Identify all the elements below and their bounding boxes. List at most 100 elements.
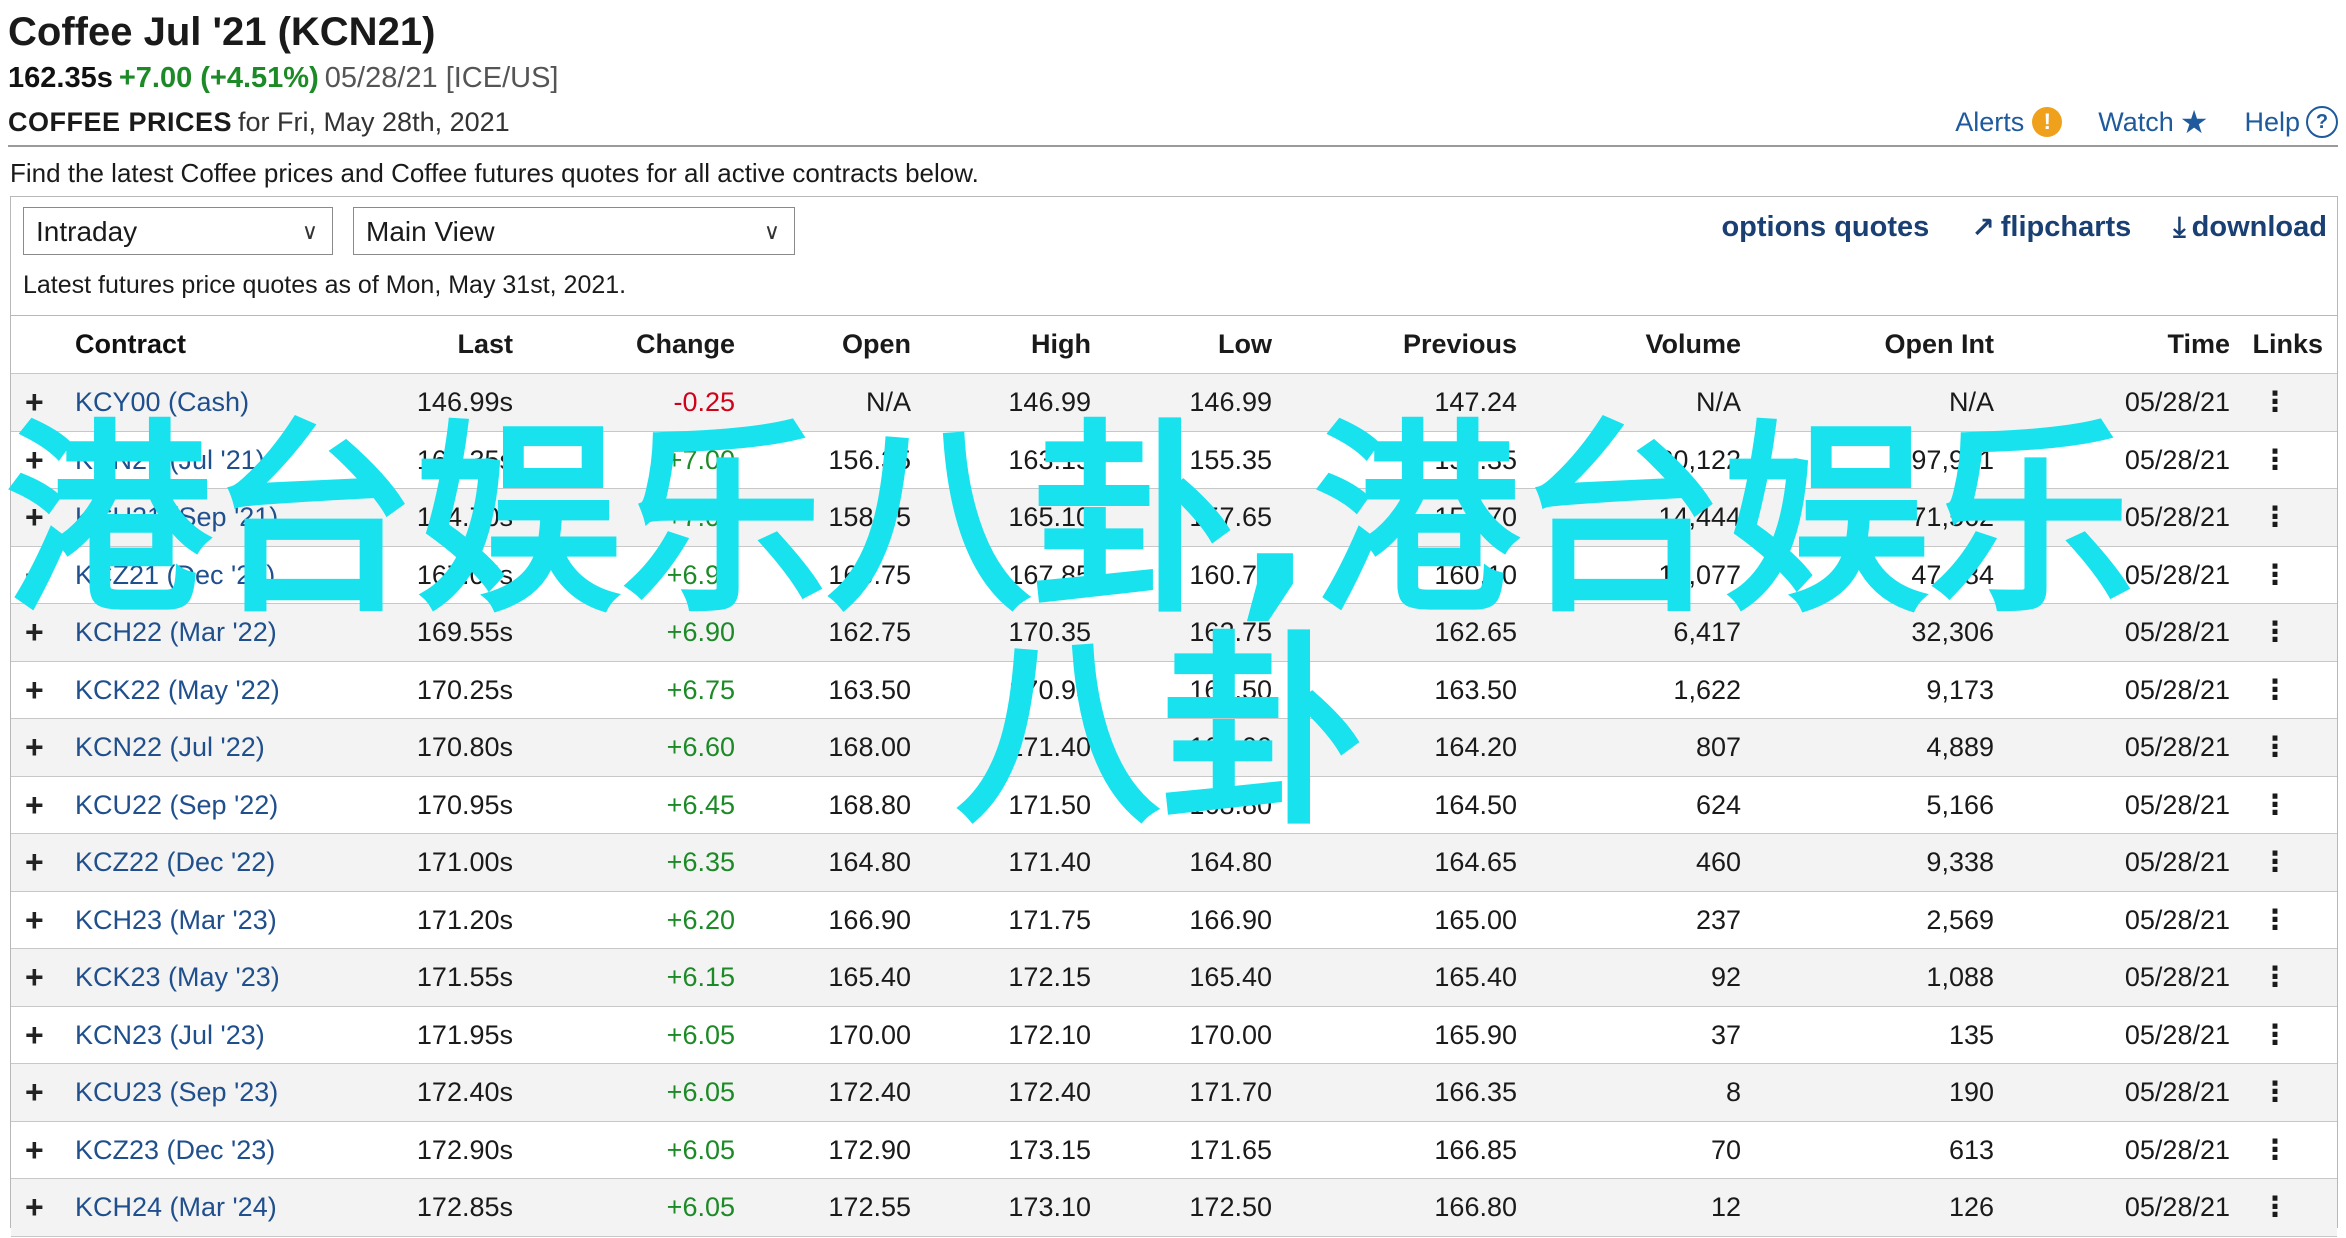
last-price: 162.35s xyxy=(8,62,113,94)
cell-low: 170.00 xyxy=(1189,1019,1272,1050)
flipcharts-link[interactable]: ↗ flipcharts xyxy=(1971,211,2131,244)
more-options-icon[interactable]: ⋮ xyxy=(2261,604,2289,660)
more-options-icon[interactable]: ⋮ xyxy=(2261,432,2289,488)
more-options-icon[interactable]: ⋮ xyxy=(2261,1122,2289,1178)
header-contract[interactable]: Contract xyxy=(75,316,186,372)
expand-plus-icon[interactable]: + xyxy=(25,949,44,1005)
expand-plus-icon[interactable]: + xyxy=(25,604,44,660)
cell-time: 05/28/21 xyxy=(2124,559,2230,590)
expand-plus-icon[interactable]: + xyxy=(25,374,44,430)
cell-open: 172.90 xyxy=(828,1134,911,1165)
cell-open-int: 190 xyxy=(1948,1077,1994,1107)
more-options-icon[interactable]: ⋮ xyxy=(2261,892,2289,948)
contract-link[interactable]: KCZ21 (Dec '21) xyxy=(75,547,275,603)
cell-low: 162.75 xyxy=(1189,617,1272,647)
header-divider xyxy=(8,145,2338,147)
more-options-icon[interactable]: ⋮ xyxy=(2261,1179,2289,1235)
cell-volume: 460 xyxy=(1695,847,1741,877)
cell-volume: N/A xyxy=(1695,387,1741,417)
expand-plus-icon[interactable]: + xyxy=(25,1007,44,1063)
header-time[interactable]: Time xyxy=(2167,316,2230,372)
cell-time: 05/28/21 xyxy=(2124,1077,2230,1107)
expand-plus-icon[interactable]: + xyxy=(25,547,44,603)
cell-open-int: 32,306 xyxy=(1911,617,1994,647)
cell-volume: 1,622 xyxy=(1673,674,1741,705)
alerts-link[interactable]: Alerts! xyxy=(1955,107,2063,138)
cell-change: +6.15 xyxy=(666,962,735,992)
futures-panel: Intraday ∨ Main View ∨ options quotes ↗ f… xyxy=(10,196,2338,1237)
more-options-icon[interactable]: ⋮ xyxy=(2261,374,2289,430)
expand-plus-icon[interactable]: + xyxy=(25,432,44,488)
expand-plus-icon[interactable]: + xyxy=(25,1179,44,1235)
header-previous[interactable]: Previous xyxy=(1403,316,1517,372)
cell-previous: 147.24 xyxy=(1434,387,1517,417)
expand-plus-icon[interactable]: + xyxy=(25,834,44,890)
cell-open-int: 126 xyxy=(1948,1192,1994,1222)
expand-plus-icon[interactable]: + xyxy=(25,777,44,833)
contract-link[interactable]: KCU23 (Sep '23) xyxy=(75,1064,278,1120)
contract-link[interactable]: KCN21 (Jul '21) xyxy=(75,432,265,488)
options-quotes-link[interactable]: options quotes xyxy=(1721,211,1929,244)
contract-link[interactable]: KCZ23 (Dec '23) xyxy=(75,1122,275,1178)
expand-plus-icon[interactable]: + xyxy=(25,892,44,948)
contract-link[interactable]: KCY00 (Cash) xyxy=(75,374,249,430)
download-link[interactable]: ⤓ download xyxy=(2173,211,2327,244)
expand-plus-icon[interactable]: + xyxy=(25,489,44,545)
view-select[interactable]: Main View ∨ xyxy=(353,207,795,255)
header-open[interactable]: Open xyxy=(842,316,911,372)
more-options-icon[interactable]: ⋮ xyxy=(2261,1064,2289,1120)
prices-heading: COFFEE PRICES for Fri, May 28th, 2021 xyxy=(8,107,510,138)
price-change: +7.00 (+4.51%) xyxy=(118,62,319,94)
cell-time: 05/28/21 xyxy=(2124,847,2230,877)
cell-volume: 807 xyxy=(1695,732,1741,762)
cell-open: 160.75 xyxy=(828,559,911,590)
cell-low: 157.65 xyxy=(1189,502,1272,532)
header-volume[interactable]: Volume xyxy=(1645,316,1741,372)
more-options-icon[interactable]: ⋮ xyxy=(2261,1007,2289,1063)
expand-plus-icon[interactable]: + xyxy=(25,1064,44,1120)
cell-previous: 155.35 xyxy=(1434,444,1517,475)
contract-link[interactable]: KCZ22 (Dec '22) xyxy=(75,834,275,890)
contract-link[interactable]: KCN22 (Jul '22) xyxy=(75,719,265,775)
help-link[interactable]: Help? xyxy=(2244,106,2338,138)
contract-link[interactable]: KCH22 (Mar '22) xyxy=(75,604,277,660)
cell-time: 05/28/21 xyxy=(2124,502,2230,532)
header-high[interactable]: High xyxy=(1031,316,1091,372)
cell-last: 172.85s xyxy=(416,1192,513,1222)
more-options-icon[interactable]: ⋮ xyxy=(2261,662,2289,718)
interval-select[interactable]: Intraday ∨ xyxy=(23,207,333,255)
table-row: + KCN22 (Jul '22) 170.80s +6.60 168.00 171.40… xyxy=(11,719,2337,777)
contract-link[interactable]: KCU21 (Sep '21) xyxy=(75,489,278,545)
cell-low: 165.40 xyxy=(1189,962,1272,992)
cell-last: 167.05s xyxy=(416,559,513,590)
more-options-icon[interactable]: ⋮ xyxy=(2261,489,2289,545)
more-options-icon[interactable]: ⋮ xyxy=(2261,719,2289,775)
cell-previous: 166.85 xyxy=(1434,1134,1517,1165)
more-options-icon[interactable]: ⋮ xyxy=(2261,834,2289,890)
contract-link[interactable]: KCH24 (Mar '24) xyxy=(75,1179,277,1235)
more-options-icon[interactable]: ⋮ xyxy=(2261,547,2289,603)
cell-high: 171.40 xyxy=(1008,732,1091,762)
contract-link[interactable]: KCK22 (May '22) xyxy=(75,662,280,718)
header-last[interactable]: Last xyxy=(457,316,513,372)
cell-open-int: 613 xyxy=(1948,1134,1994,1165)
header-open-int[interactable]: Open Int xyxy=(1885,316,1995,372)
header-change[interactable]: Change xyxy=(636,316,735,372)
header-low[interactable]: Low xyxy=(1218,316,1272,372)
contract-link[interactable]: KCN23 (Jul '23) xyxy=(75,1007,265,1063)
cell-time: 05/28/21 xyxy=(2124,1134,2230,1165)
futures-table: Contract Last Change Open High Low Previ… xyxy=(11,315,2337,1237)
cell-previous: 164.50 xyxy=(1434,789,1517,820)
contract-link[interactable]: KCU22 (Sep '22) xyxy=(75,777,278,833)
more-options-icon[interactable]: ⋮ xyxy=(2261,949,2289,1005)
cell-previous: 157.70 xyxy=(1434,502,1517,532)
contract-link[interactable]: KCH23 (Mar '23) xyxy=(75,892,277,948)
cell-open-int: 4,889 xyxy=(1926,732,1994,762)
watch-link[interactable]: Watch ★ xyxy=(2098,103,2208,141)
more-options-icon[interactable]: ⋮ xyxy=(2261,777,2289,833)
cell-time: 05/28/21 xyxy=(2124,674,2230,705)
contract-link[interactable]: KCK23 (May '23) xyxy=(75,949,280,1005)
expand-plus-icon[interactable]: + xyxy=(25,662,44,718)
expand-plus-icon[interactable]: + xyxy=(25,719,44,775)
expand-plus-icon[interactable]: + xyxy=(25,1122,44,1178)
